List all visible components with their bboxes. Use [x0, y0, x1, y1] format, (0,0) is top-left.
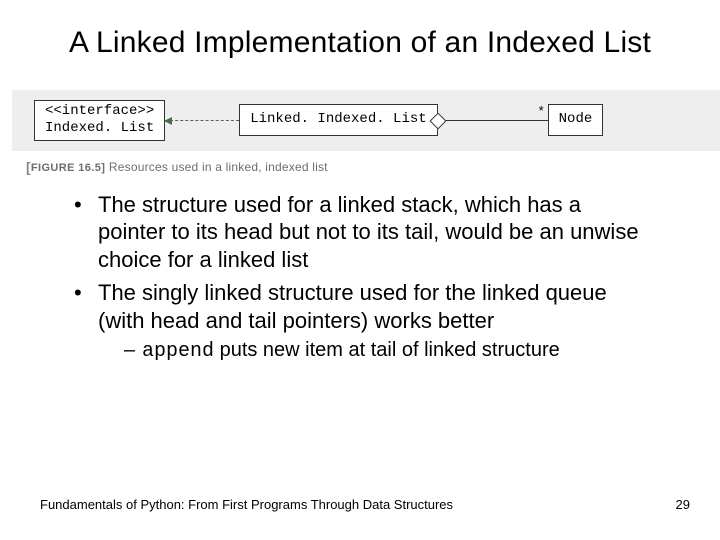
- caption-number: FIGURE 16.5]: [31, 162, 106, 174]
- uml-node-box: Node: [548, 104, 604, 136]
- bullet-list: The structure used for a linked stack, w…: [60, 191, 680, 365]
- uml-interface-box: <<interface>> Indexed. List: [34, 100, 165, 141]
- code-term: append: [142, 340, 214, 363]
- sub-bullet-text: puts new item at tail of linked structur…: [214, 339, 560, 361]
- uml-interface-name: Indexed. List: [45, 120, 154, 138]
- figure: <<interface>> Indexed. List Linked. Inde…: [12, 90, 720, 175]
- bullet-item: The structure used for a linked stack, w…: [74, 191, 644, 274]
- page-number: 29: [676, 497, 690, 512]
- uml-node-name: Node: [559, 111, 593, 127]
- uml-diagram: <<interface>> Indexed. List Linked. Inde…: [12, 90, 720, 151]
- caption-text: Resources used in a linked, indexed list: [105, 160, 327, 174]
- uml-class-name: Linked. Indexed. List: [250, 111, 426, 127]
- uml-stereotype: <<interface>>: [45, 103, 154, 121]
- aggregation-line: *: [438, 120, 548, 121]
- sub-bullet-item: append puts new item at tail of linked s…: [124, 338, 644, 364]
- bullet-text: The singly linked structure used for the…: [98, 280, 607, 333]
- realization-arrow: [165, 120, 239, 121]
- slide: A Linked Implementation of an Indexed Li…: [0, 0, 720, 540]
- uml-class-box: Linked. Indexed. List: [239, 104, 437, 136]
- sub-bullet-list: append puts new item at tail of linked s…: [98, 338, 644, 364]
- slide-title: A Linked Implementation of an Indexed Li…: [60, 24, 660, 62]
- footer: Fundamentals of Python: From First Progr…: [40, 497, 690, 512]
- multiplicity-label: *: [539, 103, 544, 118]
- figure-caption: [FIGURE 16.5] Resources used in a linked…: [26, 159, 720, 175]
- footer-source: Fundamentals of Python: From First Progr…: [40, 497, 453, 512]
- bullet-item: The singly linked structure used for the…: [74, 279, 644, 364]
